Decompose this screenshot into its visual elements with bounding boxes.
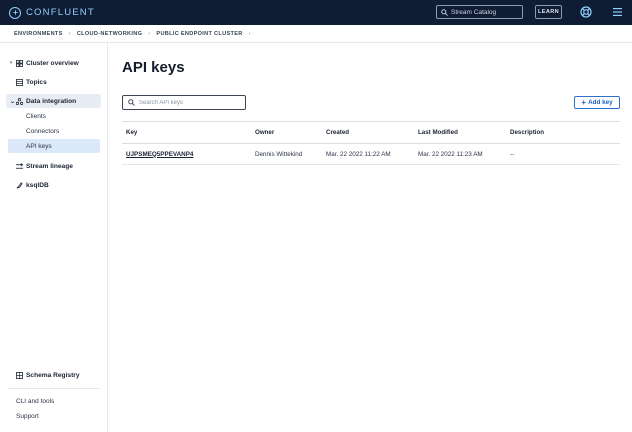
hamburger-menu-icon[interactable] xyxy=(613,7,622,17)
stream-catalog-search[interactable]: Stream Catalog xyxy=(436,5,523,19)
brand-name: CONFLUENT xyxy=(26,7,95,18)
sidebar-item-label: Topics xyxy=(26,78,47,86)
main-content: API keys + Add key Key Owner Created Las… xyxy=(108,43,632,432)
support-link[interactable]: Support xyxy=(16,413,39,420)
sidebar-divider xyxy=(8,388,100,389)
sidebar-subitem-api-keys[interactable]: API keys xyxy=(8,139,100,153)
sidebar-item-stream-lineage[interactable]: Stream lineage xyxy=(6,159,101,173)
ksqldb-icon xyxy=(16,181,26,189)
search-icon xyxy=(128,99,135,106)
data-integration-icon xyxy=(16,97,26,105)
confluent-logo[interactable]: CONFLUENT xyxy=(9,6,95,19)
breadcrumb-cluster[interactable]: PUBLIC ENDPOINT CLUSTER xyxy=(156,31,242,37)
sidebar-subitem-clients[interactable]: Clients xyxy=(8,109,100,123)
plus-icon: + xyxy=(581,98,587,107)
search-icon xyxy=(441,8,448,16)
sidebar-item-ksqldb[interactable]: ksqlDB xyxy=(6,178,101,192)
sidebar-item-label: ksqlDB xyxy=(26,181,49,189)
breadcrumb-cloud-networking[interactable]: CLOUD-NETWORKING xyxy=(77,31,142,37)
grid-icon xyxy=(16,59,26,67)
breadcrumb-environments[interactable]: ENVIRONMENTS xyxy=(14,31,63,37)
created-cell: Mar. 22 2022 11:22 AM xyxy=(326,150,391,158)
api-keys-search[interactable] xyxy=(122,95,246,110)
sidebar: › Cluster overview Topics ⌄ Data integra… xyxy=(0,43,108,432)
api-keys-search-input[interactable] xyxy=(139,99,239,106)
table-row[interactable]: UJPSMEQ5PPEVANP4 Dennis Wittekind Mar. 2… xyxy=(122,144,620,165)
sidebar-item-schema-registry[interactable]: Schema Registry xyxy=(6,368,101,382)
sidebar-subitem-connectors[interactable]: Connectors xyxy=(8,124,100,138)
top-navigation-bar: CONFLUENT Stream Catalog LEARN xyxy=(0,0,632,25)
owner-cell: Dennis Wittekind xyxy=(255,150,303,158)
sidebar-item-data-integration[interactable]: ⌄ Data integration xyxy=(6,94,101,108)
sidebar-item-label: Stream lineage xyxy=(26,162,73,170)
breadcrumb: ENVIRONMENTS › CLOUD-NETWORKING › PUBLIC… xyxy=(0,25,632,43)
cli-and-tools-link[interactable]: CLI and tools xyxy=(16,398,54,405)
api-keys-table: Key Owner Created Last Modified Descript… xyxy=(122,121,620,165)
learn-button[interactable]: LEARN xyxy=(535,5,562,19)
sidebar-item-topics[interactable]: Topics xyxy=(6,75,101,89)
chevron-right-icon: › xyxy=(148,30,151,37)
column-header-owner[interactable]: Owner xyxy=(251,129,322,136)
sidebar-item-label: Data integration xyxy=(26,97,77,105)
chevron-right-icon: › xyxy=(248,30,251,37)
help-lifebuoy-icon[interactable] xyxy=(580,6,592,18)
column-header-created[interactable]: Created xyxy=(322,129,414,136)
api-key-link[interactable]: UJPSMEQ5PPEVANP4 xyxy=(126,151,193,158)
stream-catalog-placeholder: Stream Catalog xyxy=(451,8,497,16)
sidebar-item-label: Schema Registry xyxy=(26,371,80,379)
add-key-label: Add key xyxy=(588,99,613,106)
confluent-logo-icon xyxy=(9,6,21,19)
column-header-key[interactable]: Key xyxy=(122,129,251,136)
lineage-icon xyxy=(16,162,26,170)
schema-registry-icon xyxy=(16,371,26,379)
topics-icon xyxy=(16,78,26,86)
table-header: Key Owner Created Last Modified Descript… xyxy=(122,121,620,144)
sidebar-item-label: Cluster overview xyxy=(26,59,79,67)
column-header-description[interactable]: Description xyxy=(506,129,620,136)
page-title: API keys xyxy=(122,59,185,76)
description-cell: -- xyxy=(510,150,515,158)
column-header-last-modified[interactable]: Last Modified xyxy=(414,129,506,136)
chevron-right-icon: › xyxy=(68,30,71,37)
last-modified-cell: Mar. 22 2022 11:23 AM xyxy=(418,150,483,158)
add-key-button[interactable]: + Add key xyxy=(574,96,620,109)
sidebar-item-cluster-overview[interactable]: › Cluster overview xyxy=(6,56,101,70)
